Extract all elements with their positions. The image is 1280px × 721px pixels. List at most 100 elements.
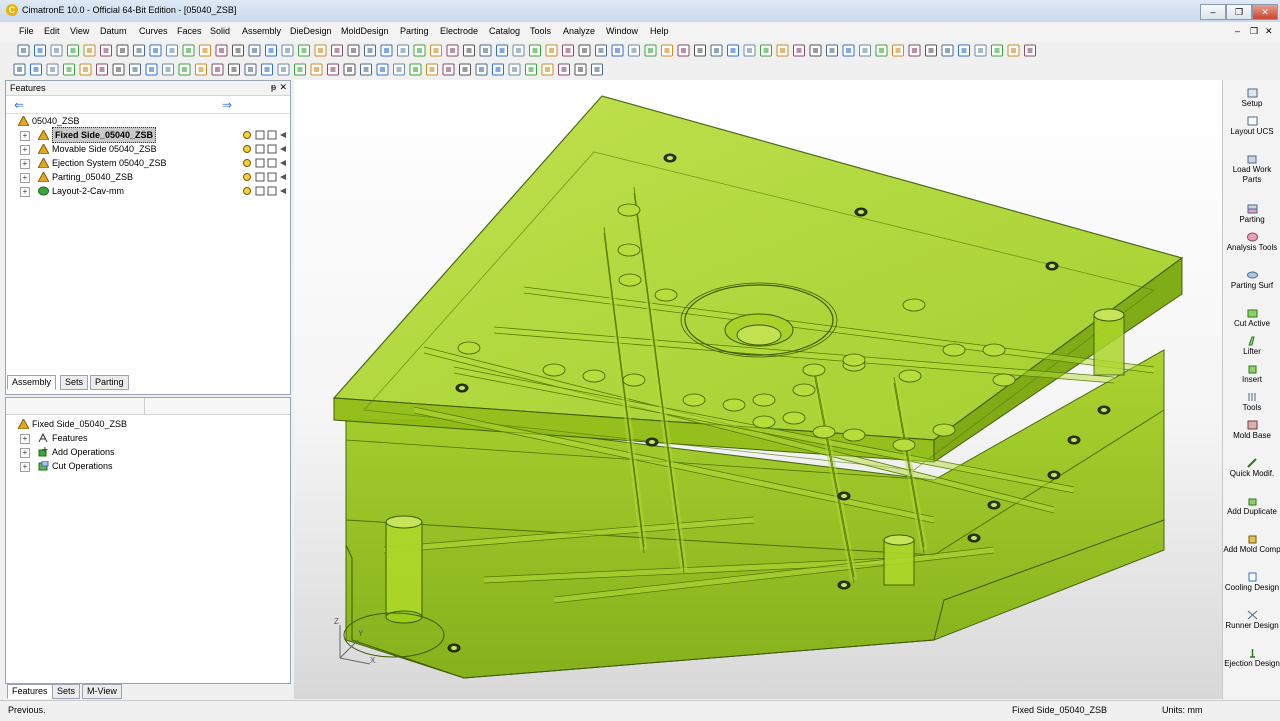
add-mold-comp-button[interactable]: Add Mold Comp [1223, 534, 1280, 555]
ops-item-label: Add Operations [52, 447, 115, 457]
expander-icon[interactable]: + [20, 462, 30, 472]
layout-ucs-button[interactable]: Layout UCS [1223, 116, 1280, 137]
ops-item-add-operations[interactable]: + Add Operations [18, 445, 278, 459]
expander-icon[interactable]: + [20, 159, 30, 169]
lifter-icon [1247, 336, 1255, 346]
tree-root[interactable]: 05040_ZSB [18, 114, 288, 128]
menu-bar: File Edit View Datum Curves Faces Solid … [0, 22, 1280, 42]
menu-electrode[interactable]: Electrode [440, 26, 478, 36]
load-work-parts-icon [1247, 155, 1256, 164]
menu-tools[interactable]: Tools [530, 26, 551, 36]
pin-hole [618, 273, 642, 287]
expander-icon[interactable]: + [20, 131, 30, 141]
axis-z-label: Z [334, 617, 339, 626]
setup-button[interactable]: Setup [1223, 88, 1280, 109]
ops-item-features[interactable]: + Features [18, 431, 278, 445]
expander-icon[interactable]: + [20, 145, 30, 155]
panel-close-icon[interactable]: ✕ [279, 82, 287, 93]
show-toggle-icon[interactable] [255, 130, 265, 140]
quick-modif-button[interactable]: Quick Modif. [1223, 458, 1280, 479]
cut-active-button[interactable]: Cut Active [1223, 308, 1280, 329]
close-button[interactable]: ✕ [1252, 4, 1278, 20]
flag-icon[interactable] [280, 146, 286, 152]
menu-analyze[interactable]: Analyze [563, 26, 595, 36]
minimize-button[interactable]: – [1200, 4, 1226, 20]
expander-icon[interactable]: + [20, 434, 30, 444]
visibility-bulb-icon[interactable] [243, 131, 251, 139]
menu-solid[interactable]: Solid [210, 26, 230, 36]
flag-icon[interactable] [280, 188, 286, 194]
activate-toggle-icon[interactable] [267, 144, 277, 154]
show-toggle-icon[interactable] [255, 172, 265, 182]
ops-item-cut-operations[interactable]: + Cut Operations [18, 459, 278, 473]
menu-datum[interactable]: Datum [100, 26, 127, 36]
runner-design-button[interactable]: Runner Design [1223, 610, 1280, 631]
menu-help[interactable]: Help [650, 26, 669, 36]
graphics-viewport[interactable]: Z X Y [294, 80, 1222, 699]
axis-x-label: X [370, 656, 376, 665]
tab-m-view[interactable]: M-View [82, 684, 122, 699]
assembly-icon [38, 130, 49, 140]
mdi-minimize-button[interactable]: – [1235, 26, 1240, 36]
title-bar: C CimatronE 10.0 - Official 64-Bit Editi… [0, 0, 1280, 23]
expander-icon[interactable]: + [20, 187, 30, 197]
tree-root-label: 05040_ZSB [32, 116, 80, 126]
ops-root[interactable]: Fixed Side_05040_ZSB [18, 417, 278, 431]
show-toggle-icon[interactable] [255, 144, 265, 154]
activate-toggle-icon[interactable] [267, 172, 277, 182]
visibility-bulb-icon[interactable] [243, 173, 251, 181]
lifter-button[interactable]: Lifter [1223, 336, 1280, 357]
assembly-icon [38, 144, 49, 154]
tab-features[interactable]: Features [7, 684, 53, 699]
pin-icon[interactable]: ᵽ [271, 82, 276, 92]
pin-hole [682, 393, 706, 407]
mold-base-button[interactable]: Mold Base [1223, 420, 1280, 441]
tab-sets[interactable]: Sets [60, 375, 89, 390]
activate-toggle-icon[interactable] [267, 158, 277, 168]
expander-icon[interactable]: + [20, 448, 30, 458]
menu-file[interactable]: File [19, 26, 34, 36]
menu-edit[interactable]: Edit [44, 26, 60, 36]
tab-parting[interactable]: Parting [90, 375, 129, 390]
tab-assembly[interactable]: Assembly [7, 375, 57, 390]
operations-panel: Fixed Side_05040_ZSB + Features + Add Op… [5, 397, 291, 699]
cooling-design-button[interactable]: Cooling Design [1223, 572, 1280, 593]
menu-window[interactable]: Window [606, 26, 638, 36]
tree-column-icons[interactable] [242, 128, 288, 198]
pin-hole [752, 393, 776, 407]
visibility-bulb-icon[interactable] [243, 145, 251, 153]
flag-icon[interactable] [280, 132, 286, 138]
mdi-close-button[interactable]: ✕ [1265, 26, 1273, 37]
visibility-bulb-icon[interactable] [243, 187, 251, 195]
menu-curves[interactable]: Curves [139, 26, 168, 36]
mdi-restore-button[interactable]: ❐ [1250, 26, 1258, 37]
activate-toggle-icon[interactable] [267, 186, 277, 196]
menu-view[interactable]: View [70, 26, 89, 36]
flag-icon[interactable] [280, 174, 286, 180]
mold-model: Z X Y [332, 95, 1184, 679]
ejection-design-button[interactable]: Ejection Design [1223, 648, 1280, 669]
activate-toggle-icon[interactable] [267, 130, 277, 140]
menu-parting[interactable]: Parting [400, 26, 429, 36]
parting-button[interactable]: Parting [1223, 204, 1280, 225]
back-arrow-icon[interactable]: ⇐ [14, 98, 24, 112]
menu-diedesign[interactable]: DieDesign [290, 26, 332, 36]
menu-molddesign[interactable]: MoldDesign [341, 26, 389, 36]
restore-button[interactable]: ❐ [1226, 4, 1252, 20]
flag-icon[interactable] [280, 160, 286, 166]
parting-surf-button[interactable]: Parting Surf [1223, 270, 1280, 291]
expander-icon[interactable]: + [20, 173, 30, 183]
forward-arrow-icon[interactable]: ⇒ [222, 98, 232, 112]
tab-sets[interactable]: Sets [52, 684, 81, 699]
show-toggle-icon[interactable] [255, 158, 265, 168]
show-toggle-icon[interactable] [255, 186, 265, 196]
menu-assembly[interactable]: Assembly [242, 26, 281, 36]
add-duplicate-button[interactable]: Add Duplicate [1223, 496, 1280, 517]
load-work-parts-button[interactable]: Load Work Parts [1223, 154, 1280, 185]
tools-button[interactable]: Tools [1223, 392, 1280, 413]
menu-faces[interactable]: Faces [177, 26, 202, 36]
analysis-tools-button[interactable]: Analysis Tools [1223, 232, 1280, 253]
visibility-bulb-icon[interactable] [243, 159, 251, 167]
menu-catalog[interactable]: Catalog [489, 26, 520, 36]
insert-button[interactable]: Insert [1223, 364, 1280, 385]
